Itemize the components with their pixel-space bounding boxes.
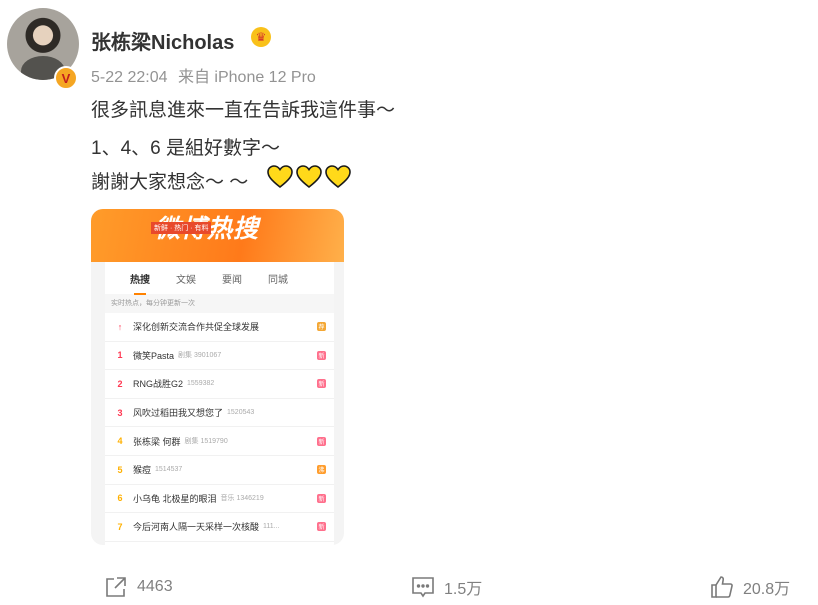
row-tag: 新 bbox=[317, 436, 326, 446]
comment-icon bbox=[412, 577, 434, 598]
thumbs-up-icon bbox=[711, 576, 733, 598]
row-title: RNG战胜G2 bbox=[133, 379, 184, 390]
action-bar: 4463 1.5万 20.8万 bbox=[0, 575, 818, 599]
row-subtitle: 111... bbox=[263, 523, 280, 531]
post-text-line2: 1、4、6 是組好數字～ bbox=[91, 138, 280, 159]
row-subtitle: 1520543 bbox=[227, 409, 255, 417]
row-tag: 新 bbox=[317, 379, 326, 389]
tab-entertainment: 文娱 bbox=[176, 275, 196, 286]
hot-search-row: ↑ 深化创新交流合作共促全球发展 荐 bbox=[105, 313, 334, 342]
row-title: 小乌龟 北极星的眼泪 bbox=[133, 493, 217, 504]
hot-search-tabs: 热搜 文娱 要闻 同城 bbox=[105, 262, 334, 295]
hot-search-row: 5 猴痘 1514537 沸 bbox=[105, 456, 334, 485]
post-image[interactable]: 微博热搜 新鲜 · 热门 · 有料 热搜 文娱 要闻 同城 实时热点，每分钟更新… bbox=[91, 209, 344, 545]
row-title: 张栋梁 何群 bbox=[133, 436, 181, 447]
row-tag: 沸 bbox=[317, 465, 326, 475]
yellow-heart-icon bbox=[267, 165, 293, 189]
post-meta: 5-22 22:04 来自 iPhone 12 Pro bbox=[91, 63, 322, 87]
crown-icon[interactable]: ♛ bbox=[251, 27, 271, 47]
verified-badge-icon: V bbox=[54, 66, 78, 90]
hot-search-row: 4 张栋梁 何群 剧集 1519790 新 bbox=[105, 427, 334, 456]
row-tag: 新 bbox=[317, 522, 326, 532]
hot-search-banner: 微博热搜 新鲜 · 热门 · 有料 bbox=[91, 209, 344, 262]
hot-search-row: 8GALA我的塔新 bbox=[105, 542, 334, 545]
rank-number: 2 bbox=[117, 378, 123, 389]
rank-number: 4 bbox=[117, 436, 123, 447]
tab-news: 要闻 bbox=[222, 275, 242, 286]
row-title: 微笑Pasta bbox=[133, 350, 175, 361]
comment-button[interactable]: 1.5万 bbox=[411, 575, 482, 599]
row-subtitle: 1514537 bbox=[155, 466, 183, 474]
post-text-line1: 很多訊息進來一直在告訴我這件事～ bbox=[91, 100, 396, 121]
banner-subtitle: 新鲜 · 热门 · 有料 bbox=[151, 222, 212, 234]
row-title: 今后河南人隔一天采样一次核酸 bbox=[133, 522, 260, 533]
rank-number: 6 bbox=[117, 493, 123, 504]
hot-search-list: ↑ 深化创新交流合作共促全球发展 荐 1 微笑Pasta 剧集 3901067 新 2 RNG战… bbox=[105, 313, 334, 545]
row-title: 猴痘 bbox=[133, 465, 152, 476]
repost-button[interactable]: 4463 bbox=[104, 575, 173, 599]
share-icon bbox=[106, 577, 126, 597]
row-subtitle: 剧集 1519790 bbox=[184, 438, 228, 446]
row-tag: 新 bbox=[317, 350, 326, 360]
update-note: 实时热点，每分钟更新一次 bbox=[105, 294, 334, 313]
like-button[interactable]: 20.8万 bbox=[710, 575, 790, 599]
tab-hot: 热搜 bbox=[117, 262, 163, 295]
pinned-rank-icon: ↑ bbox=[117, 321, 123, 332]
emoji-group bbox=[267, 165, 351, 189]
row-subtitle: 1559382 bbox=[187, 380, 215, 388]
post-time[interactable]: 5-22 22:04 bbox=[91, 69, 168, 86]
hot-search-panel: 热搜 文娱 要闻 同城 实时热点，每分钟更新一次 ↑ 深化创新交流合作共促全球发展… bbox=[105, 262, 334, 545]
rank-number: 1 bbox=[117, 350, 123, 361]
author-name[interactable]: 张栋梁Nicholas bbox=[91, 26, 234, 55]
hot-search-row: 7 今后河南人隔一天采样一次核酸 111... 新 bbox=[105, 513, 334, 542]
hot-search-row: 1 微笑Pasta 剧集 3901067 新 bbox=[105, 342, 334, 371]
row-subtitle: 剧集 3901067 bbox=[178, 352, 222, 360]
hot-search-row: 6 小乌龟 北极星的眼泪 音乐 1346219 新 bbox=[105, 485, 334, 514]
yellow-heart-icon bbox=[296, 165, 322, 189]
row-subtitle: 音乐 1346219 bbox=[220, 495, 264, 503]
comment-count: 1.5万 bbox=[444, 581, 483, 598]
like-count: 20.8万 bbox=[743, 581, 791, 598]
post-source: 来自 iPhone 12 Pro bbox=[177, 69, 316, 86]
row-title: 风吹过稻田我又想您了 bbox=[133, 408, 224, 419]
tab-local: 同城 bbox=[268, 275, 288, 286]
post-text-line3: 謝謝大家想念～ ～ bbox=[91, 172, 249, 193]
row-tag: 荐 bbox=[317, 322, 326, 332]
hot-search-row: 2 RNG战胜G2 1559382 新 bbox=[105, 370, 334, 399]
rank-number: 5 bbox=[117, 464, 123, 475]
repost-count: 4463 bbox=[137, 578, 173, 595]
row-tag: 新 bbox=[317, 493, 326, 503]
hot-search-row: 3 风吹过稻田我又想您了 1520543 bbox=[105, 399, 334, 428]
yellow-heart-icon bbox=[325, 165, 351, 189]
rank-number: 7 bbox=[117, 521, 123, 532]
rank-number: 3 bbox=[117, 407, 123, 418]
row-title: 深化创新交流合作共促全球发展 bbox=[133, 322, 260, 333]
